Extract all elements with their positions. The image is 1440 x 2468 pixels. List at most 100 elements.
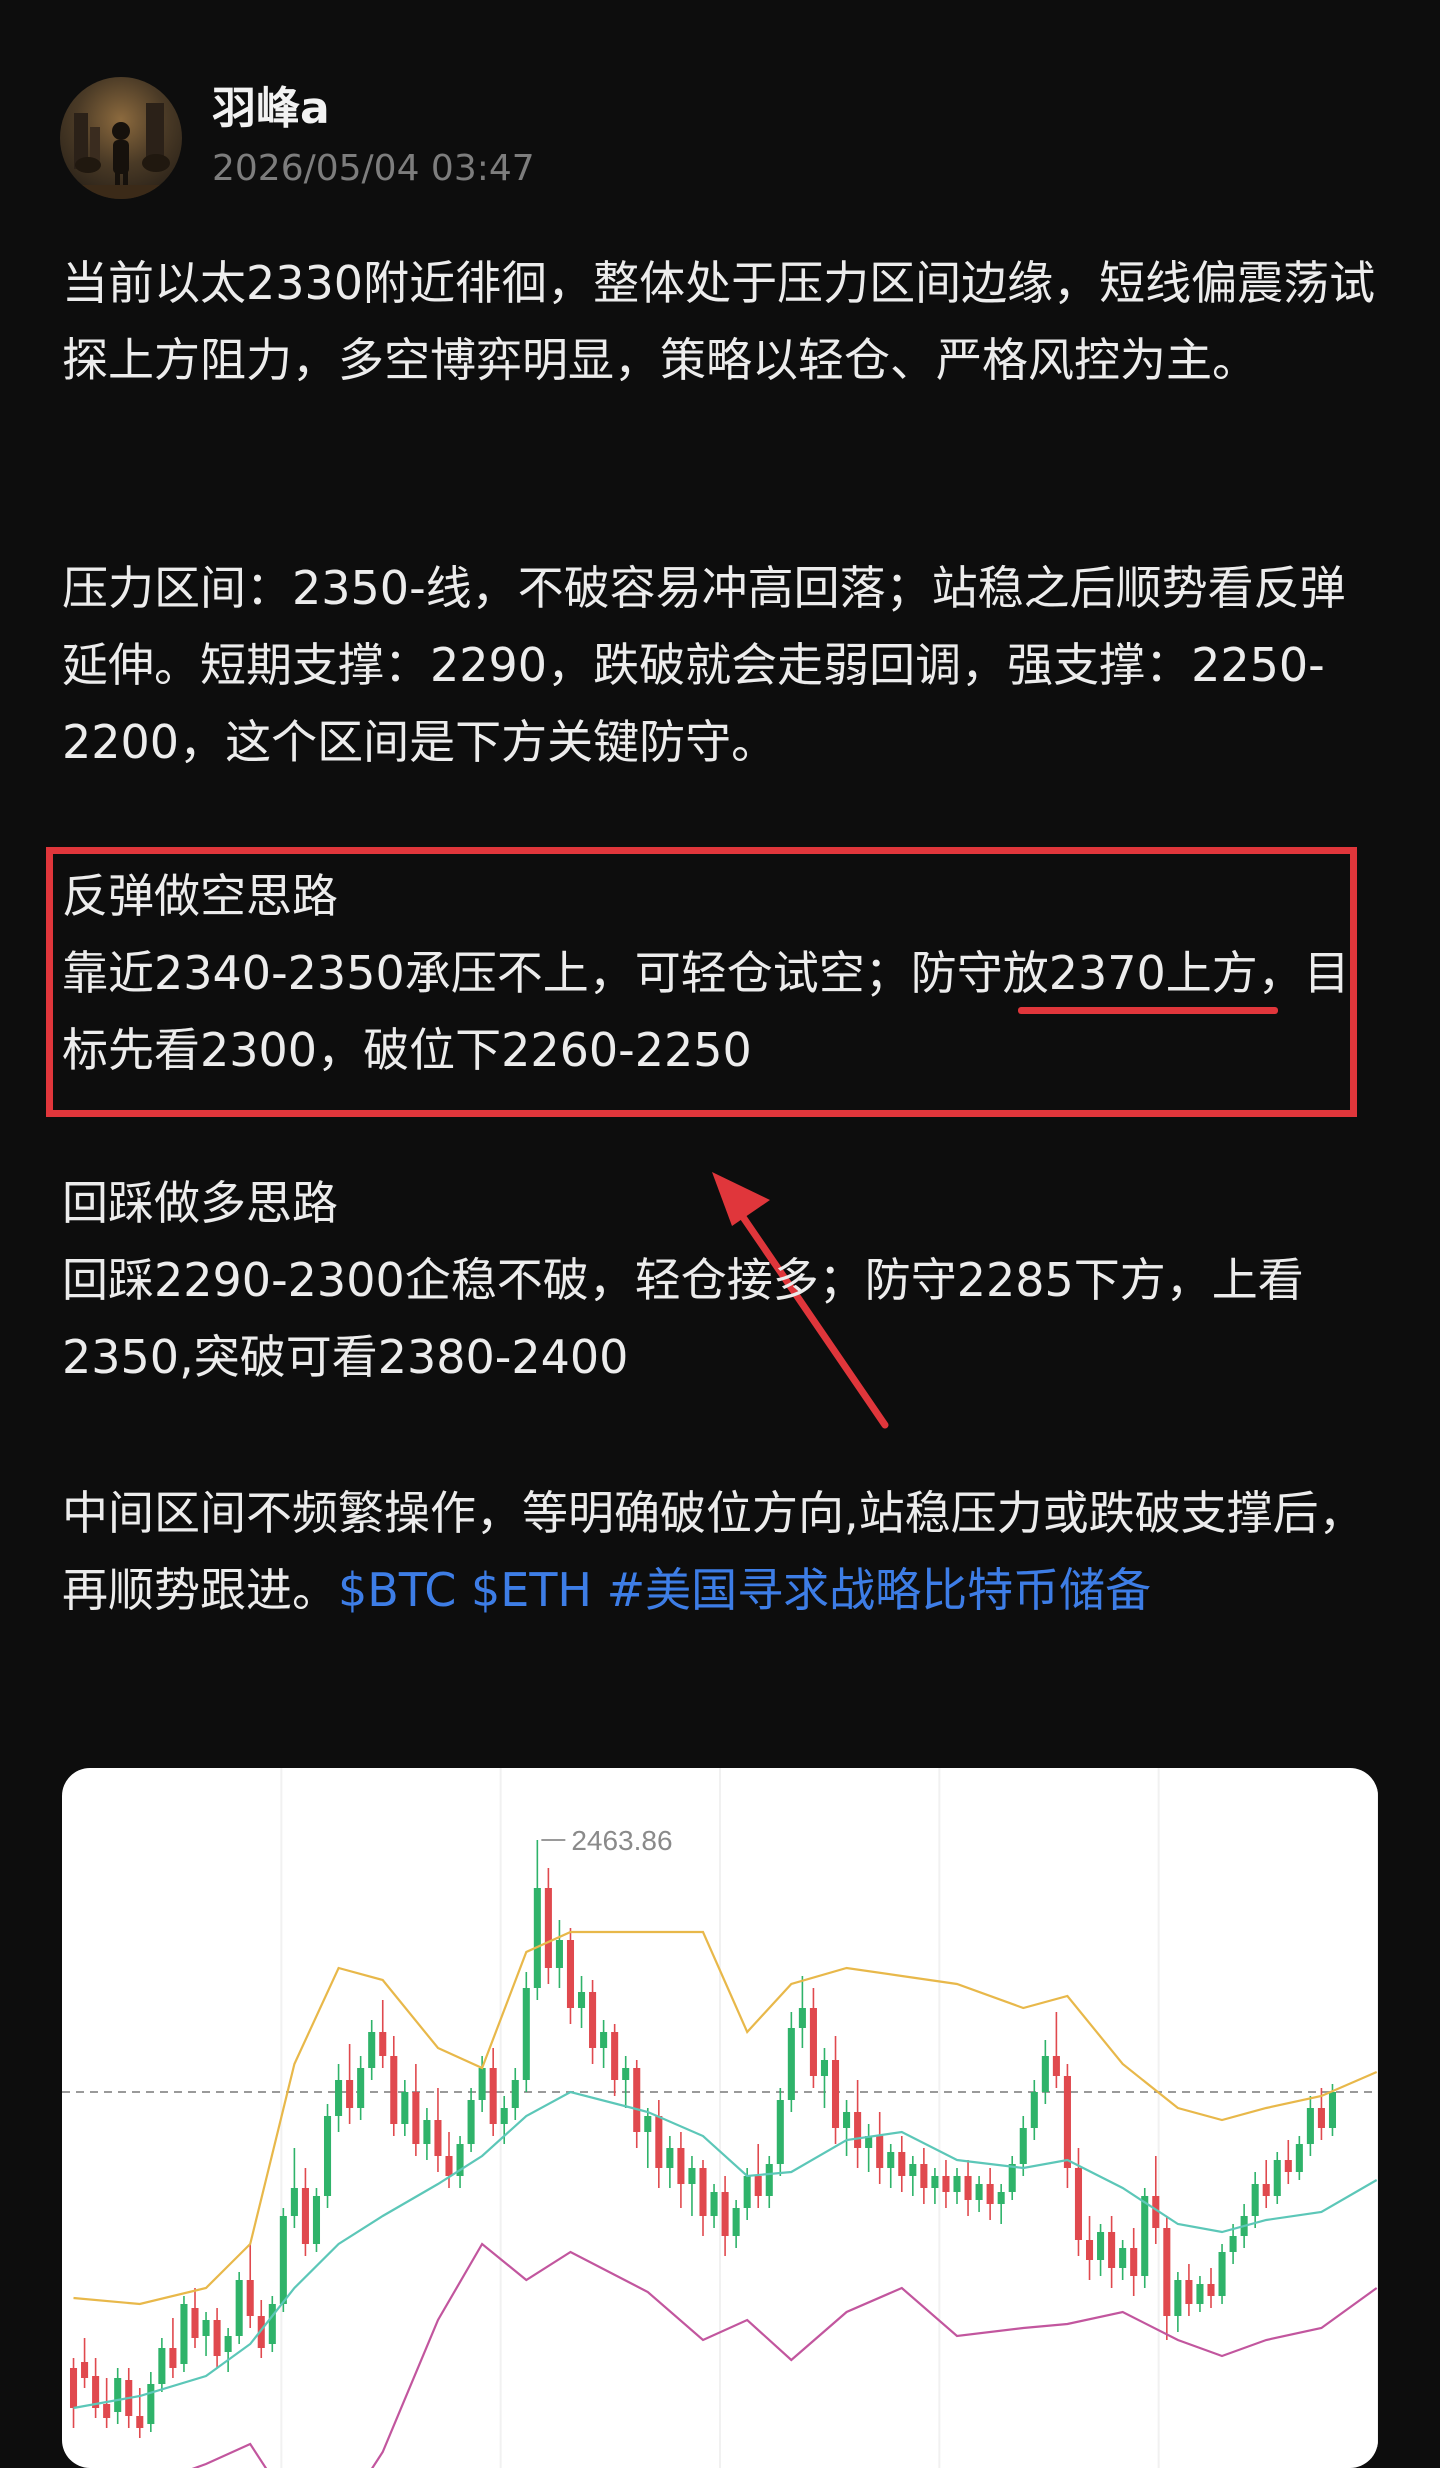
candle-body [1074,2168,1083,2240]
candle-body [1008,2164,1016,2192]
candle [1262,2160,1270,2208]
candle [831,2036,840,2144]
candle [876,2112,884,2184]
candle-body [445,2156,453,2176]
candle [865,2124,873,2172]
candle-body [732,2208,740,2236]
candle [268,2296,276,2352]
post-paragraph-5: 中间区间不频繁操作，等明确破位方向,站稳压力或跌破支撑后，再顺势跟进。$BTC … [62,1475,1382,1629]
candle-body [831,2060,840,2128]
candle [843,2100,851,2156]
candle [1052,2012,1060,2088]
tag-eth[interactable]: $ETH [471,1563,592,1617]
candle [1273,2152,1281,2204]
candle [1295,2136,1303,2180]
candle-body [69,2368,78,2408]
avatar[interactable] [60,76,182,199]
candle-body [1251,2184,1259,2216]
candle-body [997,2192,1005,2204]
tag-topic[interactable]: #美国寻求战略比特币储备 [607,1563,1152,1617]
candle [931,2168,939,2204]
candle [544,1868,552,1984]
candle [1185,2264,1193,2316]
candle-body [467,2100,475,2144]
candle [412,2064,420,2156]
candle [279,2208,287,2312]
candle-body [688,2168,696,2184]
paragraph-text: 压力区间：2350-线，不破容易冲高回落；站稳之后顺势看反弹延伸。短期支撑：22… [62,561,1346,769]
chart-image[interactable]: 2463.86 [62,1768,1378,2468]
candle [854,2080,862,2168]
candle [1008,2156,1016,2200]
candle-body [368,2032,376,2068]
candle-body [268,2304,276,2344]
candle-body [920,2164,928,2188]
candle-body [721,2192,729,2236]
candle-body [1262,2184,1270,2196]
candle-body [1130,2248,1138,2276]
candle-body [1030,2092,1038,2128]
candle-body [312,2196,321,2244]
candle [820,2048,829,2108]
candle [1251,2172,1259,2228]
candle [633,2060,641,2148]
candle [235,2272,243,2344]
candle [92,2358,100,2418]
paragraph-with-tags: 中间区间不频繁操作，等明确破位方向,站稳压力或跌破支撑后，再顺势跟进。$BTC … [62,1475,1382,1629]
candle [787,2012,795,2112]
candle-body [379,2032,387,2056]
candle-body [335,2080,343,2116]
candle-body [1284,2160,1292,2172]
candle-body [589,1992,597,2048]
candle [224,2328,232,2372]
candle [1284,2140,1292,2184]
candle [566,1928,575,2024]
candle-body [898,2152,906,2176]
candle [169,2318,177,2378]
red-underline-mark [1018,1007,1278,1014]
candle [710,2184,718,2228]
candlestick-chart: 2463.86 [62,1768,1378,2468]
candle [423,2108,431,2160]
candle [1218,2244,1226,2304]
author-name[interactable]: 羽峰a [212,81,535,137]
candle [379,2000,387,2068]
candle-body [577,1992,586,2008]
candle [1174,2272,1182,2332]
candle-body [843,2112,851,2128]
candle [1097,2224,1105,2276]
paragraph-text: 当前以太2330附近徘徊，整体处于压力区间边缘，短线偏震荡试探上方阻力，多空博弈… [62,256,1376,387]
high-price-label: 2463.86 [571,1825,672,1856]
candle [920,2148,928,2204]
candle [600,2020,608,2068]
candle-body [1207,2284,1215,2296]
candle [180,2296,188,2372]
candle [1030,2080,1038,2140]
candle-body [566,1940,575,2008]
candle-body [136,2416,144,2428]
candle [942,2160,950,2208]
candle-body [1063,2076,1071,2168]
candle-body [224,2336,232,2352]
candle-body [699,2168,707,2216]
candle-body [1229,2236,1237,2252]
candle-body [290,2188,298,2216]
candle-body [147,2384,155,2424]
candle [809,1988,817,2088]
candle [401,2080,409,2136]
candle-body [81,2362,89,2378]
candle-body [1119,2248,1127,2268]
post-header: 羽峰a 2026/05/04 03:47 [60,75,535,200]
candle-body [357,2068,365,2108]
candle-body [114,2378,122,2412]
candle-body [279,2216,287,2304]
candle-body [765,2164,773,2196]
section-body: 回踩2290-2300企稳不破，轻仓接多；防守2285下方，上看2350,突破可… [62,1253,1304,1384]
candle-body [533,1888,541,1988]
tag-btc[interactable]: $BTC [338,1563,456,1617]
candle-body [964,2176,972,2200]
candle [246,2244,254,2328]
candle [1063,2064,1071,2188]
candle [997,2184,1005,2224]
candle-body [522,1988,530,2080]
